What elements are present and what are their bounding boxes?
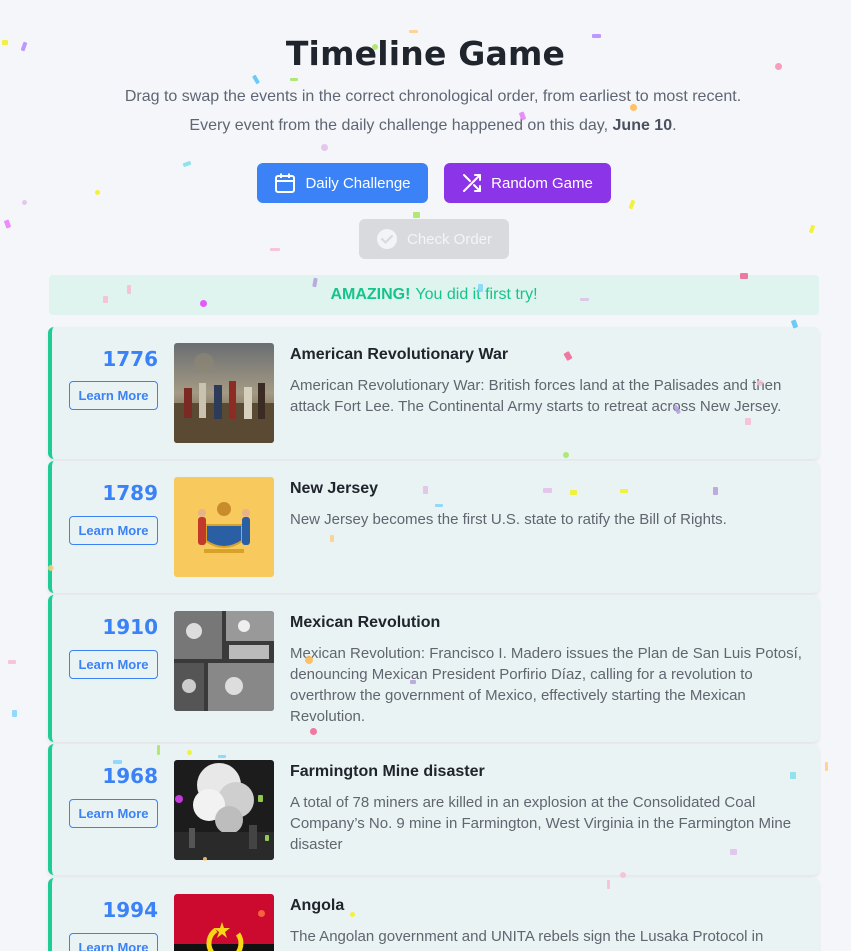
learn-more-button[interactable]: Learn More [69, 516, 158, 545]
confetti-piece [825, 762, 828, 771]
event-description: American Revolutionary War: British forc… [290, 377, 782, 415]
event-card[interactable]: 1968 Learn More Farmington Mine disaster… [48, 744, 819, 875]
event-card[interactable]: 1994 Learn More Angola The Angolan gover… [48, 878, 819, 951]
daily-date: June 10 [612, 117, 673, 134]
confetti-piece [628, 199, 636, 210]
event-year: 1910 [102, 615, 158, 639]
event-image [174, 760, 274, 860]
event-description: A total of 78 miners are killed in an ex… [290, 794, 792, 853]
daily-date-suffix: . [672, 117, 677, 134]
event-card[interactable]: 1776 Learn More American Revolutionary W… [48, 327, 819, 459]
event-image [174, 894, 274, 951]
learn-more-button[interactable]: Learn More [69, 933, 158, 951]
daily-date-text: Every event from the daily challenge hap… [0, 117, 851, 135]
event-card[interactable]: 1789 Learn More New Jersey New Jersey be… [48, 461, 819, 593]
event-year: 1994 [102, 898, 158, 922]
confetti-piece [409, 30, 418, 33]
event-year: 1776 [102, 347, 158, 371]
random-game-button[interactable]: Random Game [444, 163, 611, 203]
page-title: Timeline Game [285, 34, 566, 73]
confetti-piece [808, 224, 816, 234]
event-title: American Revolutionary War [290, 346, 509, 363]
confetti-piece [8, 660, 16, 664]
event-description: The Angolan government and UNITA rebels … [290, 928, 764, 945]
confetti-piece [3, 219, 12, 229]
shuffle-icon [462, 173, 482, 193]
confetti-piece [290, 78, 298, 81]
event-year: 1968 [102, 764, 158, 788]
random-game-label: Random Game [491, 174, 593, 192]
daily-challenge-label: Daily Challenge [305, 174, 411, 192]
success-banner-strong: AMAZING! [330, 286, 411, 303]
confetti-piece [270, 248, 280, 251]
learn-more-button[interactable]: Learn More [69, 381, 158, 410]
learn-more-button[interactable]: Learn More [69, 650, 158, 679]
learn-more-button[interactable]: Learn More [69, 799, 158, 828]
confetti-piece [182, 160, 192, 168]
event-title: Angola [290, 897, 345, 914]
event-title: Mexican Revolution [290, 614, 441, 631]
event-image [174, 477, 274, 577]
daily-date-prefix: Every event from the daily challenge hap… [189, 117, 609, 134]
daily-challenge-button[interactable]: Daily Challenge [257, 163, 428, 203]
confetti-piece [413, 212, 420, 218]
event-card[interactable]: 1910 Learn More Mexican Revolution Mexic… [48, 595, 819, 742]
instructions-text: Drag to swap the events in the correct c… [124, 88, 742, 105]
event-image [174, 611, 274, 711]
check-circle-icon [376, 228, 398, 250]
confetti-piece [12, 710, 17, 717]
calendar-icon [274, 172, 296, 194]
event-title: Farmington Mine disaster [290, 763, 485, 780]
confetti-piece [252, 74, 260, 85]
confetti-piece [321, 144, 328, 151]
confetti-piece [95, 190, 100, 195]
check-order-button[interactable]: Check Order [359, 219, 509, 259]
success-banner-text: You did it first try! [415, 286, 538, 303]
event-description: Mexican Revolution: Francisco I. Madero … [290, 645, 802, 725]
event-title: New Jersey [290, 480, 379, 497]
confetti-piece [22, 200, 27, 205]
event-image [174, 343, 274, 443]
check-order-label: Check Order [406, 230, 493, 248]
event-description: New Jersey becomes the first U.S. state … [290, 511, 727, 528]
success-banner: AMAZING! You did it first try! [49, 275, 819, 315]
event-year: 1789 [102, 481, 158, 505]
